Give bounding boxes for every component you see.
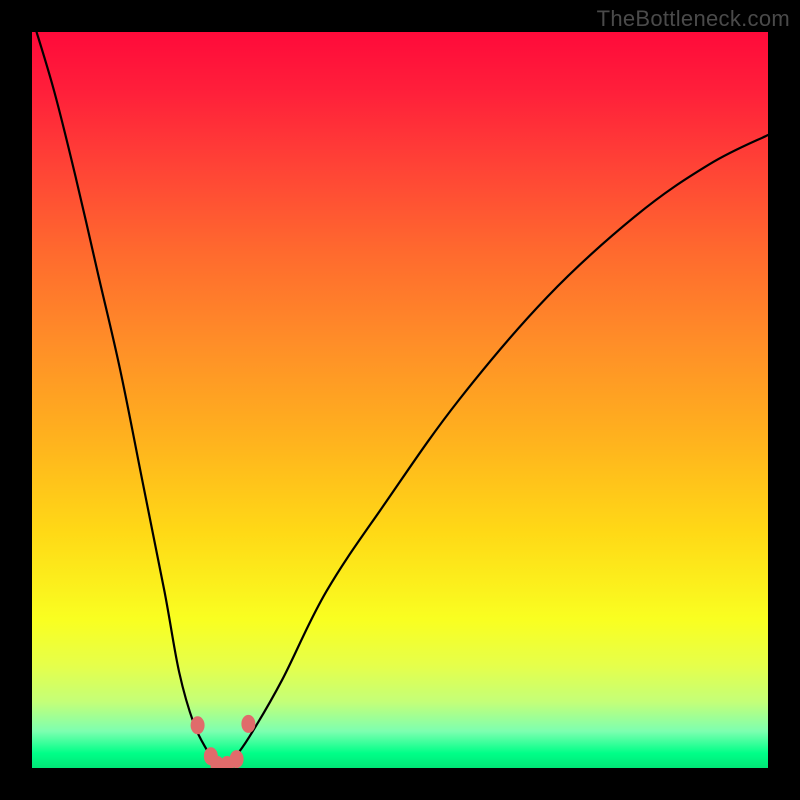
chart-frame: TheBottleneck.com xyxy=(0,0,800,800)
highlight-dot xyxy=(241,715,255,733)
highlight-dot xyxy=(191,716,205,734)
plot-area xyxy=(32,32,768,768)
curve-layer xyxy=(32,32,768,768)
highlight-dot xyxy=(230,750,244,768)
watermark-text: TheBottleneck.com xyxy=(597,6,790,32)
bottleneck-curve xyxy=(32,32,768,768)
